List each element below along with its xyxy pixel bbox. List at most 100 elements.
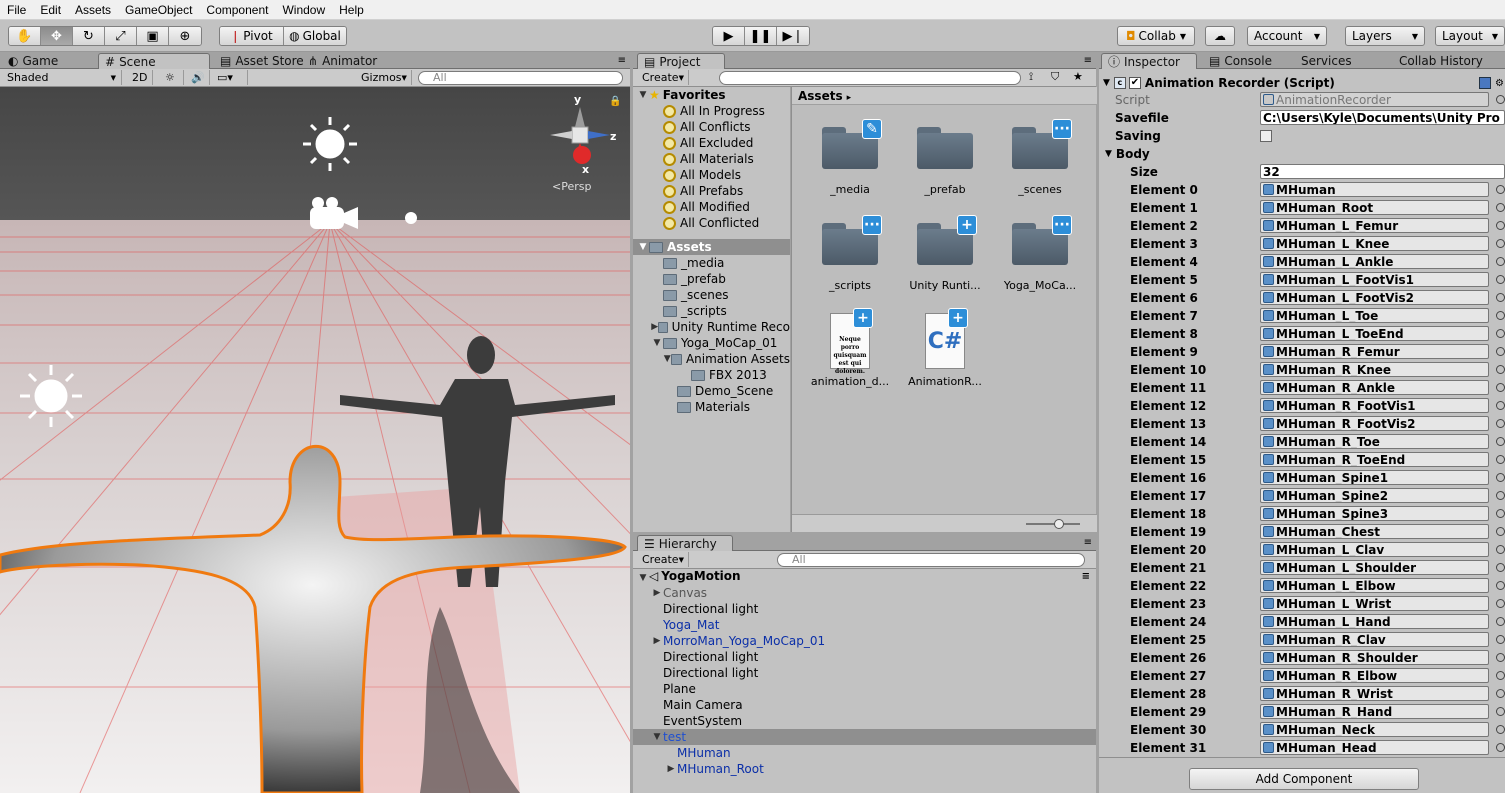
expand-arrow-icon[interactable]: ▼	[637, 87, 649, 103]
element-object-field[interactable]: MHuman_L_Elbow	[1260, 578, 1489, 593]
element-object-field[interactable]: MHuman_L_FootVis2	[1260, 290, 1489, 305]
object-picker-icon[interactable]	[1496, 473, 1505, 482]
object-picker-icon[interactable]	[1496, 689, 1505, 698]
body-foldout[interactable]: ▼ Body	[1105, 145, 1505, 163]
menu-gameobject[interactable]: GameObject	[118, 3, 199, 17]
hierarchy-row[interactable]: Yoga_Mat	[633, 617, 1096, 633]
hierarchy-row[interactable]: Directional light	[633, 649, 1096, 665]
object-picker-icon[interactable]	[1496, 239, 1505, 248]
element-object-field[interactable]: MHuman_L_Clav	[1260, 542, 1489, 557]
element-object-field[interactable]: MHuman_Spine2	[1260, 488, 1489, 503]
object-picker-icon[interactable]	[1496, 455, 1505, 464]
favorite-item[interactable]: All Materials	[633, 151, 790, 167]
scene-root-row[interactable]: ▼ ◁ YogaMotion ≡	[633, 569, 1096, 585]
hierarchy-row-selected[interactable]: ▼ test	[633, 729, 1096, 745]
expand-arrow-icon[interactable]: ▼	[651, 729, 663, 745]
menu-file[interactable]: File	[0, 3, 33, 17]
element-object-field[interactable]: MHuman_L_Ankle	[1260, 254, 1489, 269]
tab-asset-store[interactable]: ▤ Asset Store	[214, 53, 310, 69]
scene-search-input[interactable]: All	[418, 71, 623, 85]
rotate-tool-icon[interactable]: ↻	[73, 27, 105, 45]
2d-toggle[interactable]: 2D	[127, 70, 153, 85]
object-picker-icon[interactable]	[1496, 257, 1505, 266]
effects-toggle-icon[interactable]: ▭▾	[212, 70, 248, 85]
expand-arrow-icon[interactable]: ▼	[637, 570, 649, 586]
element-object-field[interactable]: MHuman_Head	[1260, 740, 1489, 755]
favorite-star-icon[interactable]: ★	[1073, 70, 1083, 83]
hierarchy-menu-icon[interactable]: ≡	[1084, 537, 1092, 548]
hierarchy-row[interactable]: MHuman	[633, 745, 1096, 761]
hierarchy-row[interactable]: EventSystem	[633, 713, 1096, 729]
object-picker-icon[interactable]	[1496, 437, 1505, 446]
favorites-header[interactable]: ▼ ★ Favorites	[633, 87, 790, 103]
object-picker-icon[interactable]	[1496, 347, 1505, 356]
expand-arrow-icon[interactable]: ▼	[637, 239, 649, 255]
folder-item[interactable]: FBX 2013	[633, 367, 790, 383]
hierarchy-row[interactable]: ▶ Canvas	[633, 585, 1096, 601]
element-object-field[interactable]: MHuman_L_Hand	[1260, 614, 1489, 629]
hierarchy-row[interactable]: ▶ MorroMan_Yoga_MoCap_01	[633, 633, 1096, 649]
asset-folder-prefab[interactable]: _prefab	[905, 125, 985, 196]
element-object-field[interactable]: MHuman_R_Knee	[1260, 362, 1489, 377]
folder-item[interactable]: _scripts	[633, 303, 790, 319]
object-picker-icon[interactable]	[1496, 221, 1505, 230]
play-button[interactable]: ▶	[713, 27, 745, 45]
element-object-field[interactable]: MHuman_R_Hand	[1260, 704, 1489, 719]
menu-edit[interactable]: Edit	[33, 3, 68, 17]
asset-script[interactable]: C# + AnimationR...	[905, 308, 985, 388]
scene-viewport[interactable]: y z x <Persp 🔒	[0, 87, 630, 793]
element-object-field[interactable]: MHuman_Chest	[1260, 524, 1489, 539]
object-picker-icon[interactable]	[1496, 581, 1505, 590]
object-picker-icon[interactable]	[1496, 617, 1505, 626]
gizmos-dropdown[interactable]: Gizmos ▼	[356, 70, 412, 85]
folder-item[interactable]: ▶ Unity Runtime Reco	[633, 319, 790, 335]
folder-item[interactable]: _scenes	[633, 287, 790, 303]
enabled-checkbox[interactable]: ✔	[1128, 77, 1141, 89]
savefile-input[interactable]: C:\Users\Kyle\Documents\Unity Pro	[1260, 110, 1505, 125]
collapse-arrow-icon[interactable]: ▶	[651, 319, 658, 335]
expand-arrow-icon[interactable]: ▼	[663, 351, 671, 367]
element-object-field[interactable]: MHuman_L_Wrist	[1260, 596, 1489, 611]
element-object-field[interactable]: MHuman_L_Knee	[1260, 236, 1489, 251]
help-icon[interactable]	[1479, 77, 1491, 89]
tab-services[interactable]: Services	[1295, 53, 1358, 69]
lock-icon[interactable]: 🔒	[609, 96, 621, 107]
object-picker-icon[interactable]	[1496, 743, 1505, 752]
scale-tool-icon[interactable]: ⤢	[105, 27, 137, 45]
size-input[interactable]: 32	[1260, 164, 1505, 179]
element-object-field[interactable]: MHuman_Neck	[1260, 722, 1489, 737]
collab-button[interactable]: ◘ Collab ▼	[1117, 26, 1195, 46]
saving-checkbox[interactable]	[1260, 130, 1272, 142]
object-picker-icon[interactable]	[1496, 95, 1505, 104]
hierarchy-row[interactable]: Main Camera	[633, 697, 1096, 713]
expand-arrow-icon[interactable]: ▼	[651, 335, 663, 351]
object-picker-icon[interactable]	[1496, 725, 1505, 734]
project-search-input[interactable]	[719, 71, 1021, 85]
element-object-field[interactable]: MHuman_R_FootVis2	[1260, 416, 1489, 431]
element-object-field[interactable]: MHuman_R_ToeEnd	[1260, 452, 1489, 467]
menu-assets[interactable]: Assets	[68, 3, 118, 17]
asset-folder-scripts[interactable]: ··· _scripts	[810, 215, 890, 292]
account-dropdown[interactable]: Account ▼	[1247, 26, 1327, 46]
element-object-field[interactable]: MHuman_Spine1	[1260, 470, 1489, 485]
project-menu-icon[interactable]: ≡	[1084, 55, 1092, 66]
hierarchy-search-input[interactable]: All	[777, 553, 1085, 567]
tab-game[interactable]: ◐ Game	[2, 53, 64, 69]
element-object-field[interactable]: MHuman_R_Ankle	[1260, 380, 1489, 395]
element-object-field[interactable]: MHuman_R_FootVis1	[1260, 398, 1489, 413]
menu-help[interactable]: Help	[332, 3, 371, 17]
step-button[interactable]: ▶❘	[777, 27, 809, 45]
object-picker-icon[interactable]	[1496, 275, 1505, 284]
menu-window[interactable]: Window	[275, 3, 332, 17]
favorite-item[interactable]: All Modified	[633, 199, 790, 215]
object-picker-icon[interactable]	[1496, 365, 1505, 374]
expand-arrow-icon[interactable]: ▼	[1105, 149, 1112, 159]
layout-dropdown[interactable]: Layout ▼	[1435, 26, 1505, 46]
expand-arrow-icon[interactable]: ▼	[1103, 78, 1110, 88]
menu-component[interactable]: Component	[199, 3, 275, 17]
tab-collab-history[interactable]: Collab History	[1393, 53, 1489, 69]
folder-item[interactable]: _media	[633, 255, 790, 271]
breadcrumb-assets[interactable]: Assets	[798, 89, 843, 103]
hierarchy-row[interactable]: ▶ MHuman_Root	[633, 761, 1096, 777]
tab-console[interactable]: ▤ Console	[1203, 53, 1278, 69]
